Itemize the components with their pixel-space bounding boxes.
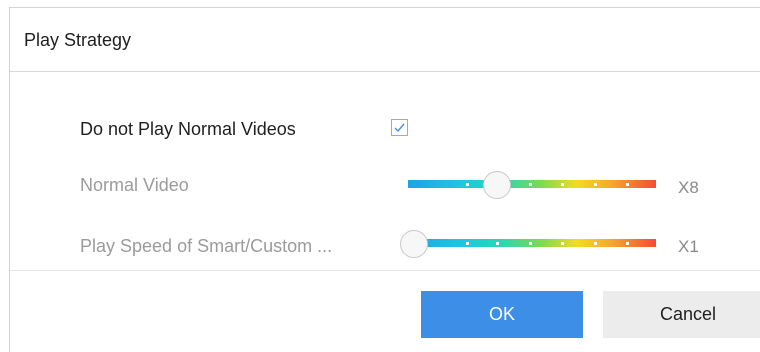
- slider-track: [408, 180, 656, 188]
- slider-tick: [626, 183, 629, 186]
- smart-speed-slider[interactable]: [400, 230, 656, 258]
- checkmark-icon: [394, 123, 405, 133]
- dialog-title: Play Strategy: [24, 30, 132, 50]
- dialog-header: Play Strategy: [10, 8, 760, 72]
- slider-tick: [594, 242, 597, 245]
- slider-track: [408, 239, 656, 247]
- slider-tick: [466, 242, 469, 245]
- slider-tick: [496, 242, 499, 245]
- slider-tick: [466, 183, 469, 186]
- skip-normal-videos-label: Do not Play Normal Videos: [80, 119, 296, 139]
- slider-tick: [529, 183, 532, 186]
- smart-speed-value: X1: [678, 237, 699, 256]
- footer-divider: [10, 270, 760, 271]
- ok-button[interactable]: OK: [421, 291, 583, 338]
- slider-tick: [626, 242, 629, 245]
- play-strategy-dialog: Play Strategy Do not Play Normal Videos …: [9, 7, 760, 352]
- slider-tick: [561, 183, 564, 186]
- normal-video-speed-slider[interactable]: [408, 171, 656, 199]
- slider-thumb[interactable]: [400, 230, 428, 258]
- slider-tick: [594, 183, 597, 186]
- slider-tick: [529, 242, 532, 245]
- normal-video-label: Normal Video: [80, 175, 189, 195]
- cancel-button[interactable]: Cancel: [603, 291, 760, 338]
- normal-video-speed-value: X8: [678, 178, 699, 197]
- slider-thumb[interactable]: [483, 171, 512, 199]
- smart-speed-label: Play Speed of Smart/Custom ...: [80, 236, 333, 256]
- slider-tick: [561, 242, 564, 245]
- skip-normal-videos-checkbox[interactable]: [391, 119, 408, 136]
